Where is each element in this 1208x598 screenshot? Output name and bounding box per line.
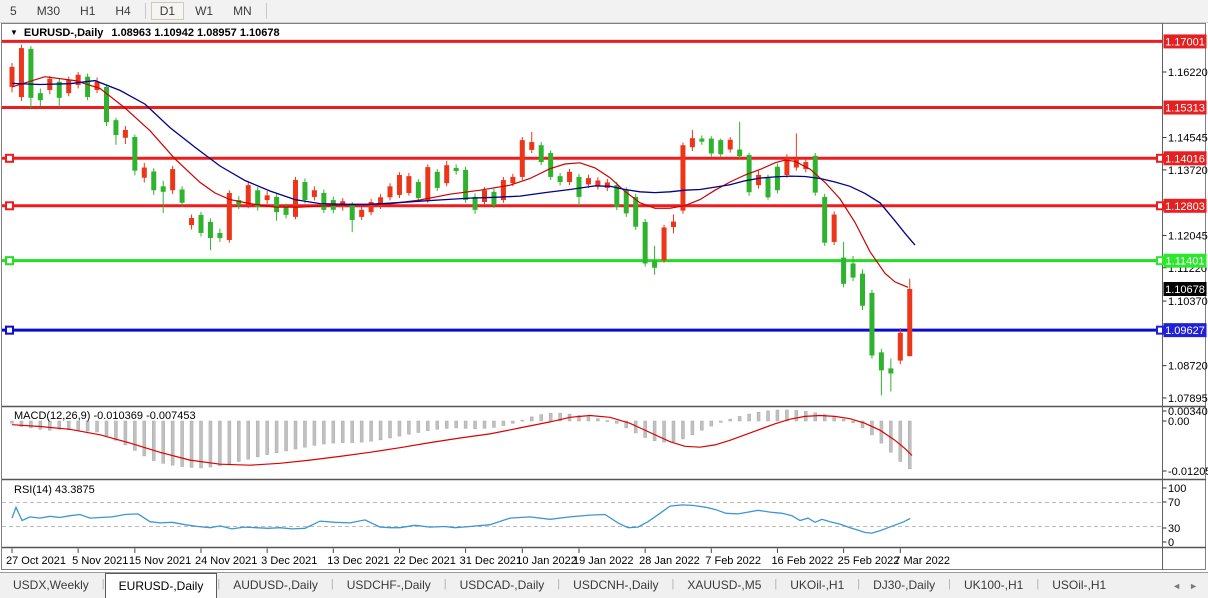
svg-text:3 Dec 2021: 3 Dec 2021 xyxy=(261,555,317,567)
svg-text:25 Feb 2022: 25 Feb 2022 xyxy=(838,555,900,567)
svg-text:1.14545: 1.14545 xyxy=(1168,133,1208,145)
tab-dj30-daily[interactable]: DJ30-,Daily xyxy=(860,573,948,598)
svg-text:1.16220: 1.16220 xyxy=(1168,67,1208,79)
timeframe-button-h4[interactable]: H4 xyxy=(106,2,139,20)
svg-text:28 Jan 2022: 28 Jan 2022 xyxy=(639,555,700,567)
chart-symbol-label: EURUSD-,Daily xyxy=(24,27,103,39)
chart-ohlc-values: 1.08963 1.10942 1.08957 1.10678 xyxy=(111,27,279,39)
timeframe-toolbar: 5M30H1H4 D1W1MN xyxy=(0,0,1208,23)
tab-usdcad-daily[interactable]: USDCAD-,Daily xyxy=(447,573,558,598)
chart-dropdown-icon[interactable]: ▼ xyxy=(10,28,18,37)
tab-xauusd-m5[interactable]: XAUUSD-,M5 xyxy=(674,573,774,598)
svg-text:1.14016: 1.14016 xyxy=(1165,153,1205,165)
svg-text:1.07895: 1.07895 xyxy=(1168,393,1208,405)
tab-scroll-left-icon[interactable]: ◄ xyxy=(1172,581,1181,591)
tab-usdchf-daily[interactable]: USDCHF-,Daily xyxy=(334,573,444,598)
price-chart-canvas[interactable]: 0.0034080.00-0.012054100703001.162201.14… xyxy=(0,23,1208,571)
svg-text:1.17001: 1.17001 xyxy=(1165,36,1205,48)
svg-text:13 Dec 2021: 13 Dec 2021 xyxy=(327,555,389,567)
svg-text:1.10370: 1.10370 xyxy=(1168,296,1208,308)
timeframe-button-mn[interactable]: MN xyxy=(224,2,261,20)
svg-text:0: 0 xyxy=(1168,537,1174,549)
svg-text:10 Jan 2022: 10 Jan 2022 xyxy=(516,555,577,567)
timeframe-button-w1[interactable]: W1 xyxy=(186,2,222,20)
svg-text:0.00: 0.00 xyxy=(1168,416,1189,428)
svg-text:5 Nov 2021: 5 Nov 2021 xyxy=(72,555,128,567)
tab-usoil-h1[interactable]: USOil-,H1 xyxy=(1039,573,1119,598)
svg-text:24 Nov 2021: 24 Nov 2021 xyxy=(195,555,257,567)
svg-text:1.13720: 1.13720 xyxy=(1168,165,1208,177)
tab-eurusd-daily[interactable]: EURUSD-,Daily xyxy=(105,573,218,598)
svg-text:22 Dec 2021: 22 Dec 2021 xyxy=(393,555,455,567)
tab-usdx-weekly[interactable]: USDX,Weekly xyxy=(0,573,102,598)
svg-text:7 Mar 2022: 7 Mar 2022 xyxy=(894,555,950,567)
svg-text:7 Feb 2022: 7 Feb 2022 xyxy=(705,555,761,567)
svg-text:1.09627: 1.09627 xyxy=(1165,325,1205,337)
chart-tabs-bar: USDX,Weekly|EURUSD-,Daily|AUDUSD-,Daily|… xyxy=(0,572,1208,598)
svg-text:27 Oct 2021: 27 Oct 2021 xyxy=(6,555,66,567)
svg-text:1.11401: 1.11401 xyxy=(1166,256,1205,268)
tab-scroll-right-icon[interactable]: ► xyxy=(1189,581,1198,591)
tab-uk100-h1[interactable]: UK100-,H1 xyxy=(951,573,1036,598)
svg-text:1.08720: 1.08720 xyxy=(1168,361,1208,373)
timeframe-button-d1[interactable]: D1 xyxy=(151,2,184,20)
timeframe-button-h1[interactable]: H1 xyxy=(71,2,104,20)
macd-indicator-label: MACD(12,26,9) -0.010369 -0.007453 xyxy=(14,410,196,422)
toolbar-separator xyxy=(145,3,146,19)
chart-window: 0.0034080.00-0.012054100703001.162201.14… xyxy=(0,23,1208,571)
svg-text:1.12045: 1.12045 xyxy=(1168,230,1208,242)
tab-usdcnh-daily[interactable]: USDCNH-,Daily xyxy=(560,573,671,598)
chart-title: ▼ EURUSD-,Daily 1.08963 1.10942 1.08957 … xyxy=(10,26,280,39)
svg-text:16 Feb 2022: 16 Feb 2022 xyxy=(771,555,833,567)
svg-text:70: 70 xyxy=(1168,497,1180,509)
svg-text:100: 100 xyxy=(1168,483,1186,495)
tab-ukoil-h1[interactable]: UKOil-,H1 xyxy=(777,573,857,598)
timeframe-button-5[interactable]: 5 xyxy=(1,2,26,20)
toolbar-separator xyxy=(266,3,267,19)
svg-text:1.15313: 1.15313 xyxy=(1165,103,1205,115)
tab-scroll-arrows[interactable]: ◄► xyxy=(1162,573,1208,598)
svg-text:1.12803: 1.12803 xyxy=(1165,201,1205,213)
tab-audusd-daily[interactable]: AUDUSD-,Daily xyxy=(220,573,331,598)
timeframe-button-m30[interactable]: M30 xyxy=(28,2,69,20)
svg-text:15 Nov 2021: 15 Nov 2021 xyxy=(129,555,191,567)
svg-text:-0.012054: -0.012054 xyxy=(1168,466,1208,478)
svg-text:30: 30 xyxy=(1168,523,1180,535)
svg-text:1.10678: 1.10678 xyxy=(1165,284,1205,296)
svg-text:31 Dec 2021: 31 Dec 2021 xyxy=(460,555,522,567)
svg-text:19 Jan 2022: 19 Jan 2022 xyxy=(573,555,634,567)
rsi-indicator-label: RSI(14) 43.3875 xyxy=(14,484,95,496)
mt4-terminal: 5M30H1H4D1W1MN 0.0034080.00-0.0120541007… xyxy=(0,0,1208,598)
